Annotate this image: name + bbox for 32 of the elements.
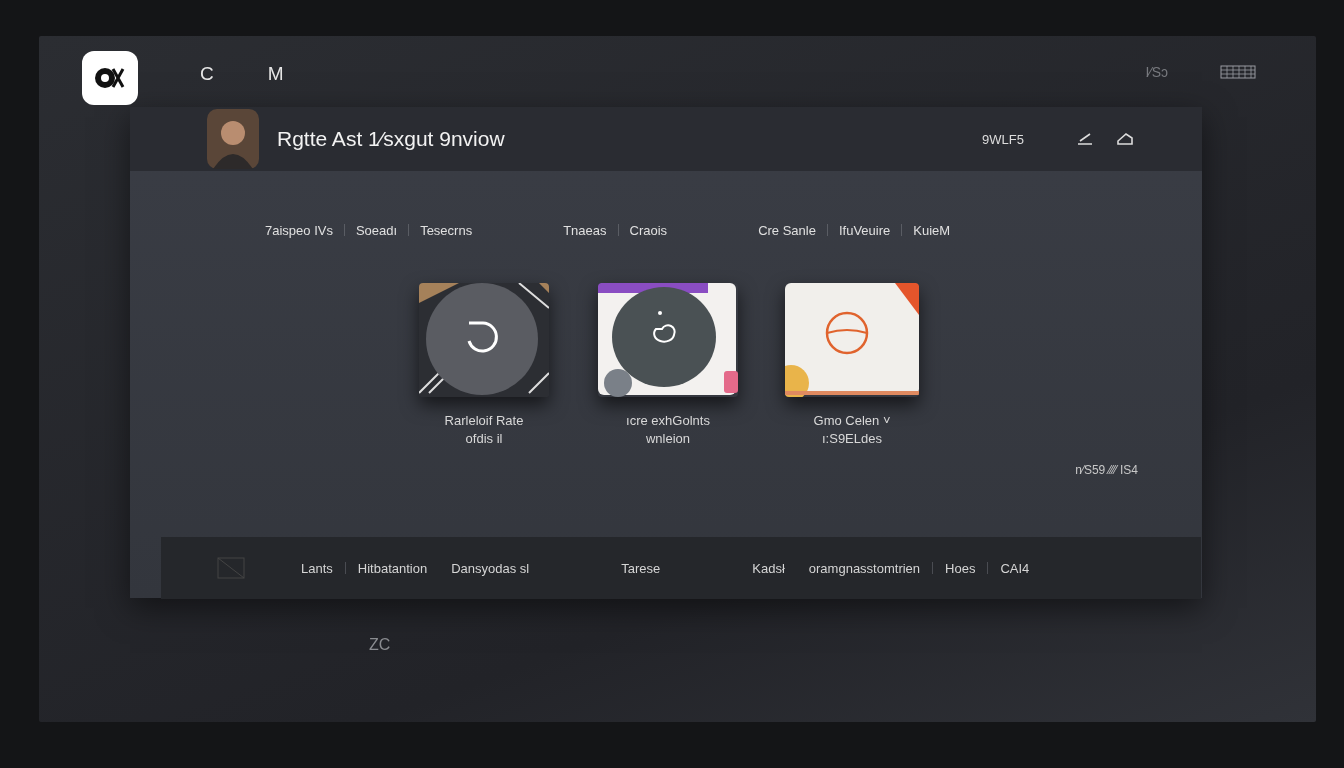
logo-icon[interactable] xyxy=(82,50,138,105)
bottom-bar-link[interactable]: Hitbatantion xyxy=(357,560,428,576)
tab[interactable]: Tnaeas xyxy=(563,222,607,238)
tab[interactable]: IfuVeuire xyxy=(838,222,891,238)
tab[interactable]: Tesecrns xyxy=(420,222,473,238)
panel-footnote: n⁄S59 ⁄⁄⁄⁄ IS4 xyxy=(1075,463,1138,478)
keyboard-icon[interactable] xyxy=(1220,64,1256,79)
bottom-bar-link[interactable]: CAI4 xyxy=(1000,560,1030,576)
nav-link[interactable]: M xyxy=(267,62,284,85)
tile-caption: Gmo Celen ˅ ı:S9ELdes xyxy=(813,412,891,448)
panel-title: Rgtte Ast 1⁄sxgut 9nviow xyxy=(277,127,505,151)
bottom-bar-link[interactable]: Tarese xyxy=(621,560,661,576)
tab[interactable]: Soeadı xyxy=(355,222,398,238)
header-label: 9WLF5 xyxy=(982,131,1024,147)
bottom-bar-link[interactable]: Lants xyxy=(301,560,333,576)
tab[interactable]: Craois xyxy=(629,222,668,238)
tab[interactable]: Cre Sanle xyxy=(758,222,816,238)
bottom-bar-link[interactable]: Hoes xyxy=(945,560,976,576)
edit-icon[interactable] xyxy=(1076,132,1094,146)
colorful-tile-drawing[interactable] xyxy=(598,283,738,397)
dark-tile-drawing[interactable] xyxy=(419,283,549,397)
tile-caption: ıcre exhGolnts wnleion xyxy=(626,412,710,448)
tile-caption: Rarleloif Rate ofdis il xyxy=(444,412,524,448)
top-bar-label: I⁄Sↄ xyxy=(1145,63,1168,80)
nav-link[interactable]: C xyxy=(200,62,214,85)
bottom-bar-link[interactable]: Dansyodas sl xyxy=(451,560,530,576)
footer-label: ZC xyxy=(369,636,391,653)
tab[interactable]: KuieM xyxy=(913,222,951,238)
bottom-bar-link[interactable]: Kadsł xyxy=(752,560,785,576)
bottom-bar-link[interactable]: oramgnasstomtrien xyxy=(808,560,921,576)
tab[interactable]: 7aispeo IVs xyxy=(265,222,333,238)
light-tile-drawing[interactable] xyxy=(785,283,919,397)
